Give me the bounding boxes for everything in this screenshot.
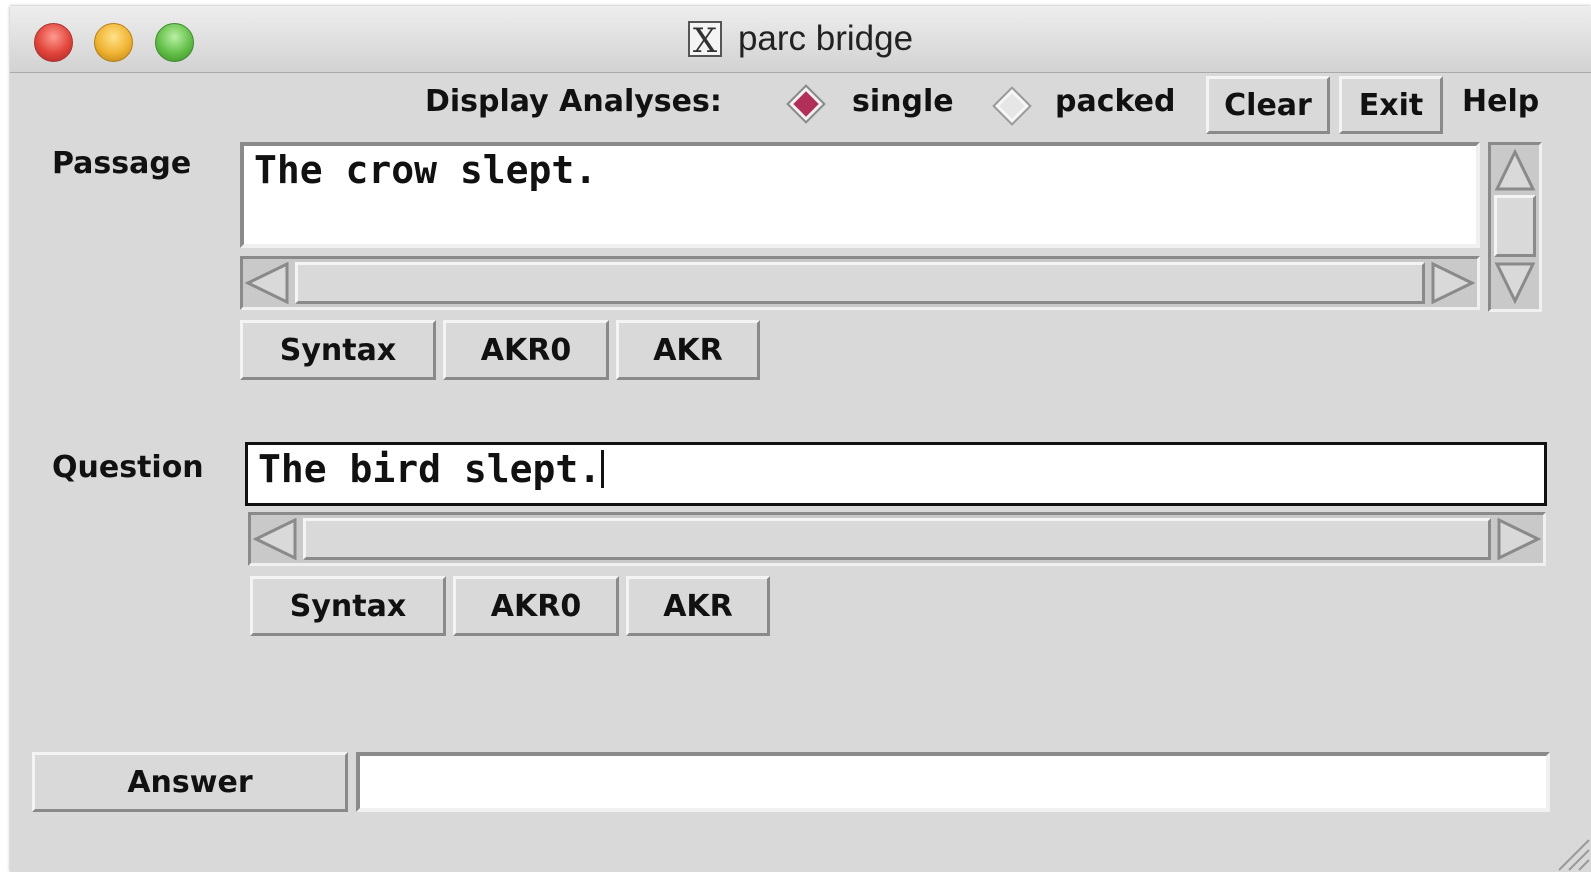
radio-packed-indicator[interactable] xyxy=(992,86,1032,126)
passage-label: Passage xyxy=(52,146,192,181)
answer-field xyxy=(356,752,1550,812)
scroll-left-arrow-icon[interactable] xyxy=(245,261,291,305)
text-cursor xyxy=(601,450,605,488)
passage-vertical-scrollbar[interactable] xyxy=(1488,142,1542,312)
exit-button[interactable]: Exit xyxy=(1339,76,1443,134)
resize-grip-icon[interactable] xyxy=(1545,826,1591,872)
window-title: parc bridge xyxy=(737,19,914,58)
answer-button[interactable]: Answer xyxy=(32,752,348,812)
title-bar[interactable]: X parc bridge xyxy=(10,6,1591,73)
question-input-text: The bird slept. xyxy=(258,447,602,491)
radio-single-indicator[interactable] xyxy=(786,84,826,124)
clear-button[interactable]: Clear xyxy=(1206,76,1330,134)
question-akr-button[interactable]: AKR xyxy=(626,576,770,636)
scroll-right-arrow-icon[interactable] xyxy=(1429,261,1475,305)
x11-icon: X xyxy=(687,21,722,59)
scroll-down-arrow-icon[interactable] xyxy=(1494,261,1536,305)
scroll-left-arrow-icon[interactable] xyxy=(253,517,299,561)
radio-single-label[interactable]: single xyxy=(852,84,954,119)
passage-vscroll-thumb[interactable] xyxy=(1494,195,1536,257)
scroll-right-arrow-icon[interactable] xyxy=(1495,517,1541,561)
passage-syntax-button[interactable]: Syntax xyxy=(240,320,436,380)
app-window: X parc bridge Display Analyses: single p… xyxy=(10,6,1591,872)
passage-akr0-button[interactable]: AKR0 xyxy=(443,320,609,380)
question-hscroll-thumb[interactable] xyxy=(303,518,1491,560)
question-akr0-button[interactable]: AKR0 xyxy=(453,576,619,636)
radio-packed-label[interactable]: packed xyxy=(1055,84,1175,119)
question-syntax-button[interactable]: Syntax xyxy=(250,576,446,636)
passage-akr-button[interactable]: AKR xyxy=(616,320,760,380)
scroll-up-arrow-icon[interactable] xyxy=(1494,149,1536,193)
question-label: Question xyxy=(52,450,204,485)
question-input[interactable]: The bird slept. xyxy=(245,442,1547,506)
display-analyses-label: Display Analyses: xyxy=(425,84,722,119)
passage-text-area[interactable]: The crow slept. xyxy=(240,142,1480,248)
help-menu[interactable]: Help xyxy=(1462,84,1539,119)
question-horizontal-scrollbar[interactable] xyxy=(248,512,1546,566)
passage-hscroll-thumb[interactable] xyxy=(295,262,1425,304)
title-area: X parc bridge xyxy=(10,6,1591,72)
passage-horizontal-scrollbar[interactable] xyxy=(240,256,1480,310)
